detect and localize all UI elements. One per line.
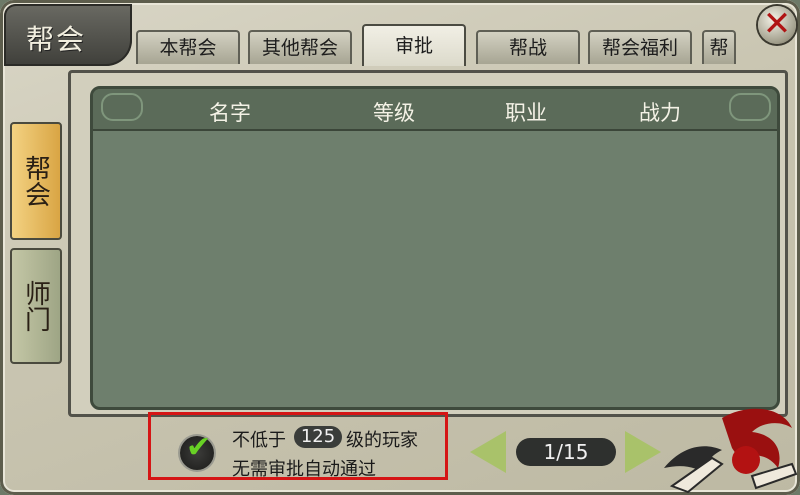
auto-approve-checkbox[interactable]: ✔: [180, 430, 214, 470]
applicant-table: 名字 等级 职业 战力: [90, 86, 780, 410]
header-ornament-right: [729, 93, 771, 121]
header-ornament-left: [101, 93, 143, 121]
title-plate: 帮会: [4, 4, 132, 66]
page-indicator: 1/15: [516, 438, 616, 466]
game-logo: [664, 408, 798, 494]
column-header-name: 名字: [209, 101, 251, 125]
min-level-value[interactable]: 125: [294, 426, 342, 448]
tab-truncated[interactable]: 帮: [702, 30, 736, 64]
checkmark-icon: ✔: [186, 430, 212, 465]
window-title: 帮会: [26, 23, 87, 56]
tab-own-guild[interactable]: 本帮会: [136, 30, 240, 64]
auto-approve-line2: 无需审批自动通过: [232, 459, 376, 480]
column-header-level: 等级: [373, 101, 415, 125]
side-tab-master[interactable]: 师门: [10, 248, 62, 364]
close-icon: ✕: [762, 4, 792, 44]
auto-approve-prefix: 不低于: [232, 430, 286, 451]
tab-approval[interactable]: 审批: [362, 24, 466, 66]
column-header-power: 战力: [639, 101, 681, 125]
table-header: 名字 等级 职业 战力: [93, 89, 777, 131]
side-tab-guild[interactable]: 帮会: [10, 122, 62, 240]
auto-approve-suffix: 级的玩家: [346, 430, 418, 451]
tab-bar: 本帮会 其他帮会 审批 帮战 帮会福利 帮: [136, 24, 736, 68]
column-header-class: 职业: [505, 101, 547, 125]
tab-guild-war[interactable]: 帮战: [476, 30, 580, 64]
tab-guild-welfare[interactable]: 帮会福利: [588, 30, 692, 64]
tab-other-guilds[interactable]: 其他帮会: [248, 30, 352, 64]
close-button[interactable]: ✕: [758, 4, 796, 44]
arrow-left-icon[interactable]: [470, 431, 506, 473]
